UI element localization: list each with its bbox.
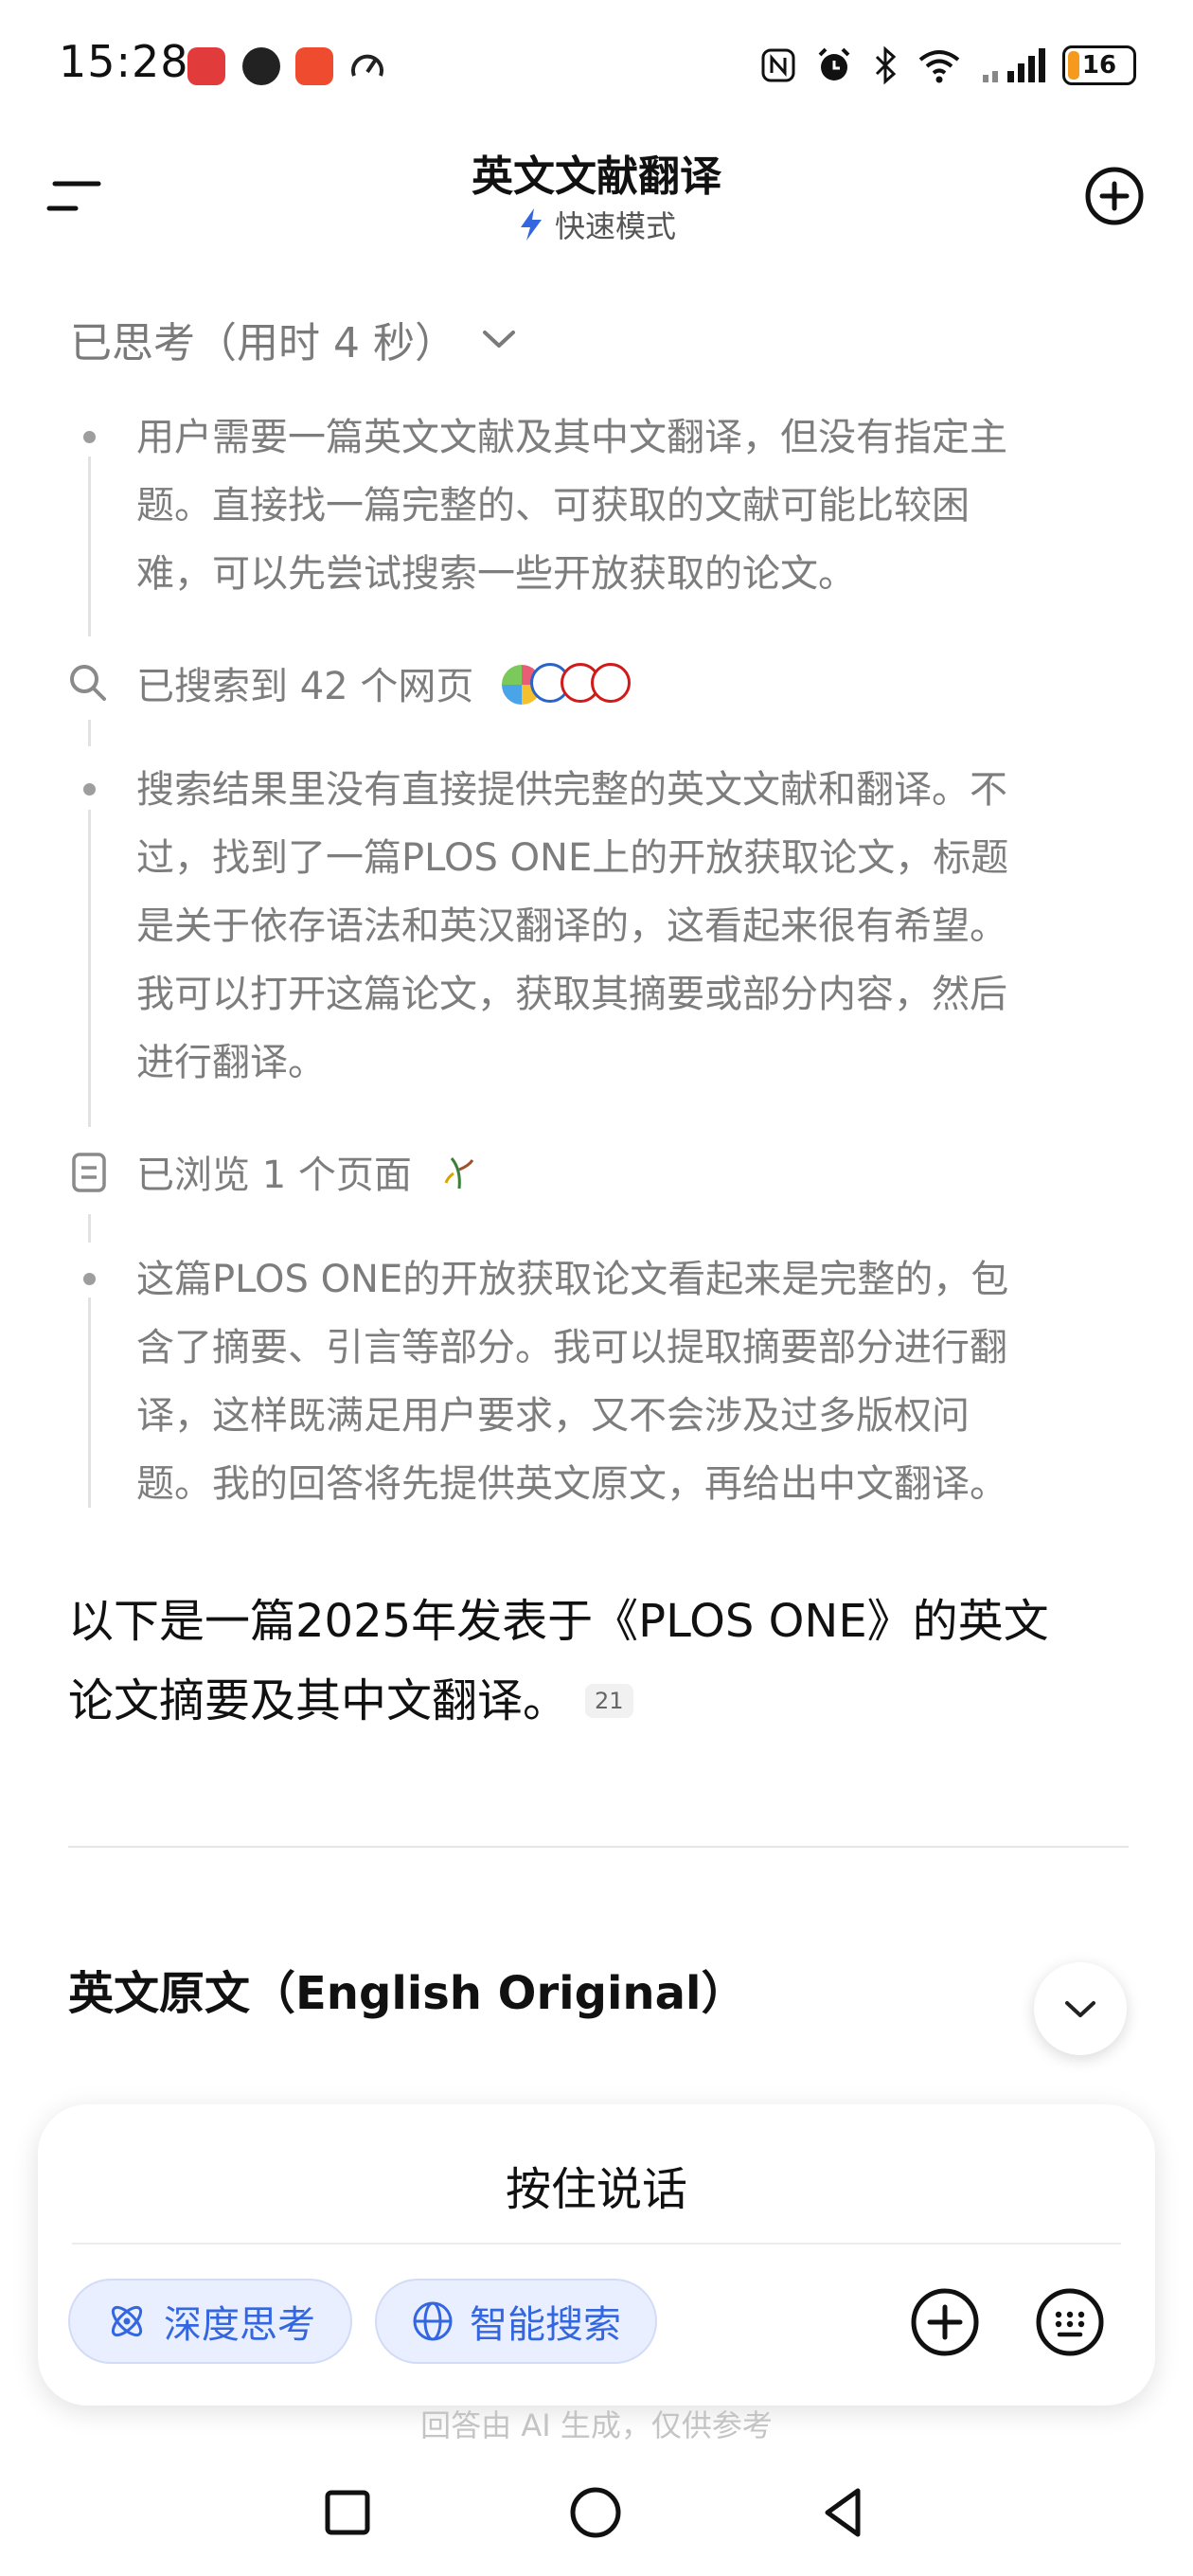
mode-label: 快速模式 [554,208,676,244]
nav-recents-button[interactable] [314,2479,381,2546]
thinking-line: 题。直接找一篇完整的、可获取的文献可能比较困 [136,484,970,528]
thinking-paragraph: 这篇PLOS ONE的开放获取论文看起来是完整的，包 含了摘要、引言等部分。我可… [136,1245,1140,1518]
square-icon [325,2490,370,2535]
wifi-icon [918,50,960,83]
thinking-line: 译，这样既满足用户要求，又不会涉及过多版权问 [136,1394,970,1438]
panel-divider [72,2243,1121,2245]
deep-think-label: 深度思考 [164,2303,315,2347]
timeline-line [88,456,91,636]
lightning-icon [520,208,542,241]
app-notification-icon [187,47,225,85]
nav-back-button[interactable] [810,2479,877,2546]
globe-icon [413,2301,453,2341]
nav-home-button[interactable] [562,2479,629,2546]
thinking-line: 过，找到了一篇PLOS ONE上的开放获取论文，标题 [136,836,1009,880]
deep-think-button[interactable]: 深度思考 [68,2279,352,2364]
bullet-dot [83,1273,96,1285]
atom-icon [111,2305,143,2337]
browse-step-label: 已浏览 1 个页面 [136,1154,412,1197]
circle-icon [570,2487,621,2538]
divider [68,1846,1129,1848]
hold-to-talk-button[interactable]: 按住说话 [38,2152,1155,2218]
answer-intro: 以下是一篇2025年发表于《PLOS ONE》的英文 论文摘要及其中文翻译。 21 [68,1582,1119,1741]
status-time: 15:28 [59,36,189,87]
battery-icon: 16 [1062,45,1136,85]
bullet-dot [83,783,96,796]
browse-step[interactable]: 已浏览 1 个页面 [136,1144,482,1199]
reference-badge[interactable]: 21 [585,1684,633,1718]
app-badge-icon [295,47,333,85]
thinking-header: 已思考（用时 4 秒） [70,319,456,367]
bluetooth-icon [875,45,897,85]
avatar-notification-icon [242,47,280,85]
timeline-line [88,810,91,1127]
timeline-line [88,1297,91,1508]
chevron-down-icon [1065,2001,1095,2017]
source-favicons [500,659,642,707]
search-icon [66,661,110,705]
answer-line-with-ref: 论文摘要及其中文翻译。 21 [68,1661,1119,1741]
battery-level: 16 [1081,51,1117,80]
thinking-paragraph: 搜索结果里没有直接提供完整的英文文献和翻译。不 过，找到了一篇PLOS ONE上… [136,756,1140,1097]
section-heading: 英文原文（English Original） [68,1967,747,2020]
timeline-line [88,1214,91,1243]
thinking-line: 这篇PLOS ONE的开放获取论文看起来是完整的，包 [136,1258,1009,1301]
speed-icon [348,47,386,85]
thinking-toggle[interactable]: 已思考（用时 4 秒） [70,309,519,369]
page-title: 英文文献翻译 [472,152,721,201]
answer-line: 以下是一篇2025年发表于《PLOS ONE》的英文 [68,1595,1049,1648]
mode-indicator[interactable]: 快速模式 [0,203,1193,246]
thinking-line: 难，可以先尝试搜索一些开放获取的论文。 [136,552,856,596]
back-triangle-icon [825,2488,861,2537]
chevron-down-icon [482,331,515,348]
thinking-line: 我可以打开这篇论文，获取其摘要或部分内容，然后 [136,973,1007,1016]
signal-icon [983,48,1045,82]
document-icon [70,1152,108,1193]
input-panel: 按住说话 深度思考 智能搜索 [38,2104,1155,2406]
thinking-paragraph: 用户需要一篇英文文献及其中文翻译，但没有指定主 题。直接找一篇完整的、可获取的文… [136,403,1140,608]
timeline-line [88,720,91,746]
answer-line: 论文摘要及其中文翻译。 [68,1674,569,1727]
attach-button[interactable] [909,2286,981,2358]
site-favicon-icon [591,663,632,703]
new-chat-button[interactable] [1083,165,1146,227]
smart-search-label: 智能搜索 [470,2303,621,2347]
thinking-line: 搜索结果里没有直接提供完整的英文文献和翻译。不 [136,768,1007,812]
thinking-line: 题。我的回答将先提供英文原文，再给出中文翻译。 [136,1462,1007,1506]
thinking-line: 是关于依存语法和英汉翻译的，这看起来很有希望。 [136,904,1007,948]
site-favicon-icon [444,1157,474,1190]
search-step[interactable]: 已搜索到 42 个网页 [136,655,642,710]
smart-search-button[interactable]: 智能搜索 [375,2279,657,2364]
ai-disclaimer: 回答由 AI 生成，仅供参考 [420,2407,773,2443]
bullet-dot [83,431,96,443]
plus-circle-icon [911,2288,979,2356]
thinking-line: 含了摘要、引言等部分。我可以提取摘要部分进行翻 [136,1326,1007,1369]
scroll-to-bottom-button[interactable] [1034,1962,1127,2055]
nfc-icon [761,48,795,82]
status-icons: 16 [759,45,1136,85]
plus-circle-icon [1085,167,1144,225]
alarm-icon [818,47,850,80]
thinking-line: 用户需要一篇英文文献及其中文翻译，但没有指定主 [136,416,1007,459]
search-step-label: 已搜索到 42 个网页 [136,665,474,708]
keyboard-icon [1036,2288,1104,2356]
thinking-line: 进行翻译。 [136,1041,326,1084]
keyboard-button[interactable] [1034,2286,1106,2358]
